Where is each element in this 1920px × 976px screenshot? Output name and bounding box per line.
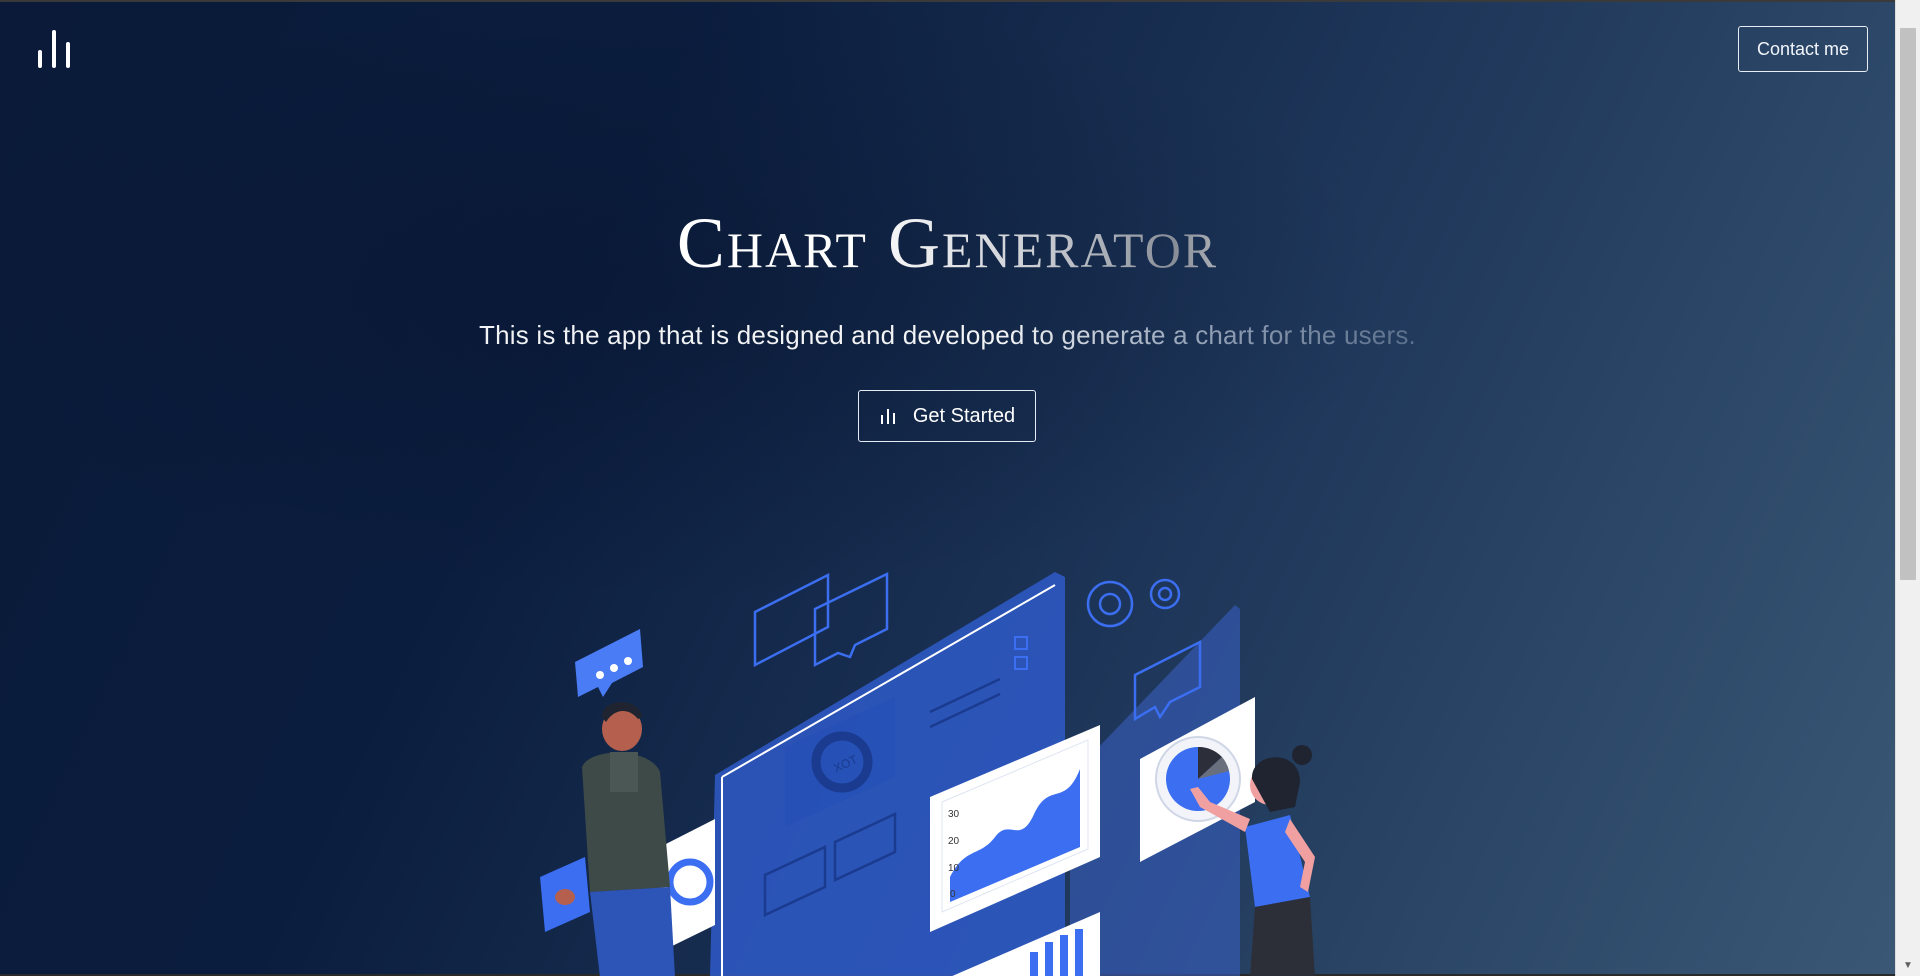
page-title: Chart Generator xyxy=(0,202,1895,285)
axis-tick-20: 20 xyxy=(948,836,960,847)
scrollbar-thumb[interactable] xyxy=(1900,28,1916,580)
bar-chart-icon xyxy=(879,407,897,425)
axis-tick-10: 10 xyxy=(948,863,960,874)
axis-tick-0: 0 xyxy=(950,889,956,900)
axis-tick-30: 30 xyxy=(948,809,960,820)
analytics-team-illustration: XOT 30 20 10 0 xyxy=(510,557,1370,976)
get-started-button[interactable]: Get Started xyxy=(858,390,1036,442)
page-subtitle: This is the app that is designed and dev… xyxy=(0,320,1895,351)
logo-bar-chart-icon[interactable] xyxy=(36,28,76,72)
landing-page: Contact me Chart Generator This is the a… xyxy=(0,0,1895,976)
scroll-down-arrow-icon[interactable]: ▼ xyxy=(1896,954,1920,976)
contact-button-label: Contact me xyxy=(1756,38,1850,59)
contact-button[interactable]: Contact me xyxy=(1738,26,1868,72)
get-started-label: Get Started xyxy=(912,404,1016,427)
vertical-scrollbar[interactable]: ▲ ▼ xyxy=(1895,0,1920,976)
page-subtitle-text: This is the app that is designed and dev… xyxy=(479,320,1416,350)
